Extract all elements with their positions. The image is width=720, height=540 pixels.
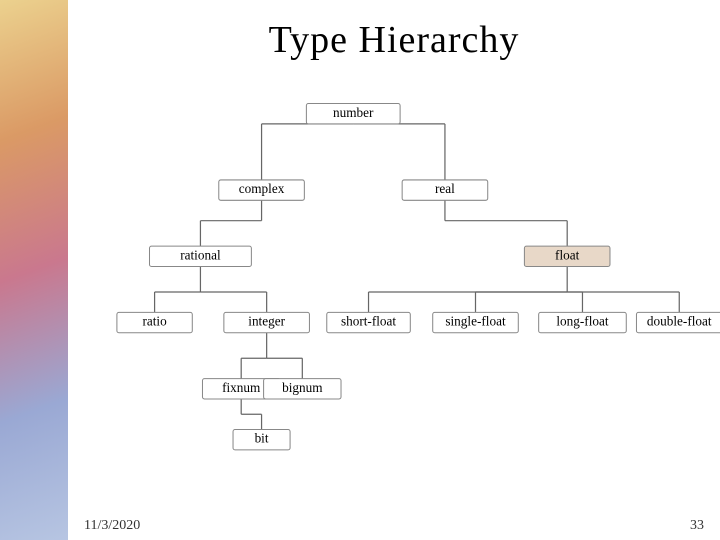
node-bit: bit bbox=[255, 431, 269, 446]
node-ratio: ratio bbox=[142, 314, 167, 329]
footer-page: 33 bbox=[690, 518, 704, 534]
node-short-float: short-float bbox=[341, 314, 396, 329]
node-bignum: bignum bbox=[282, 380, 323, 395]
node-long-float: long-float bbox=[556, 314, 609, 329]
node-single-float: single-float bbox=[445, 314, 506, 329]
main-content: Type Hierarchy bbox=[68, 0, 720, 540]
node-double-float: double-float bbox=[647, 314, 712, 329]
decorative-sidebar bbox=[0, 0, 68, 540]
node-rational: rational bbox=[180, 247, 221, 262]
footer: 11/3/2020 33 bbox=[68, 512, 720, 540]
page-title: Type Hierarchy bbox=[68, 0, 720, 72]
hierarchy-diagram: number complex real rational float ratio… bbox=[68, 72, 720, 512]
node-integer: integer bbox=[248, 314, 285, 329]
node-fixnum: fixnum bbox=[222, 380, 261, 395]
node-real: real bbox=[435, 181, 455, 196]
footer-date: 11/3/2020 bbox=[84, 518, 140, 534]
node-float: float bbox=[555, 247, 580, 262]
node-number: number bbox=[333, 105, 374, 120]
node-complex: complex bbox=[239, 181, 285, 196]
